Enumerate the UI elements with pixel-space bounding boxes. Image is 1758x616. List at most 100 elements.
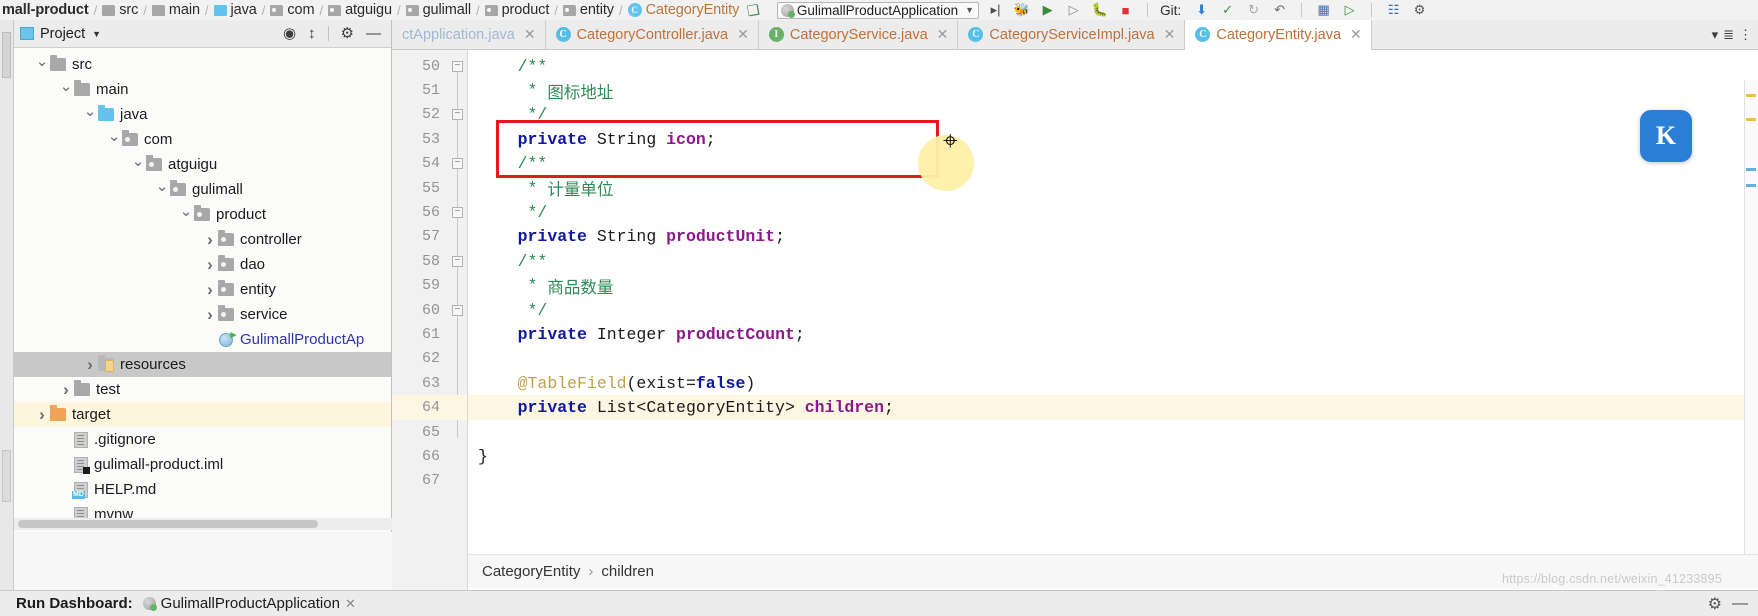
history-icon[interactable]: ↻: [1244, 1, 1263, 19]
breadcrumb-item[interactable]: main: [151, 0, 200, 20]
gutter-line-59[interactable]: 59: [392, 274, 467, 298]
breadcrumb-item[interactable]: gulimall: [405, 0, 471, 20]
hammer-icon[interactable]: ❏: [746, 1, 761, 20]
tree-node-target[interactable]: target: [14, 402, 391, 427]
chevron-right-icon[interactable]: [202, 230, 218, 250]
run-dashboard-item[interactable]: GulimallProductApplication ✕: [142, 595, 356, 612]
run-with-coverage-icon[interactable]: ▶: [1038, 1, 1057, 19]
tree-node-help-md[interactable]: MD HELP.md: [14, 477, 391, 502]
fold-collapse-icon[interactable]: −: [452, 109, 463, 121]
code-line-50[interactable]: /**: [468, 54, 1758, 78]
database-icon[interactable]: ▦: [1314, 1, 1333, 19]
code-line-52[interactable]: */: [468, 103, 1758, 127]
rollback-icon[interactable]: ↶: [1270, 1, 1289, 19]
stripe-button-project[interactable]: [2, 32, 11, 78]
gutter-line-56[interactable]: 56−: [392, 200, 467, 224]
breadcrumb-item[interactable]: C CategoryEntity: [627, 0, 739, 20]
tree-node-dao[interactable]: dao: [14, 252, 391, 277]
code-line-66[interactable]: }: [468, 444, 1758, 468]
stop-icon[interactable]: ■: [1116, 1, 1135, 19]
breadcrumb-class[interactable]: CategoryEntity: [482, 563, 580, 580]
tree-node-src[interactable]: src: [14, 52, 391, 77]
tree-node--gitignore[interactable]: .gitignore: [14, 427, 391, 452]
code-text-area[interactable]: /** * 图标地址 */ private String icon; /** *…: [468, 50, 1758, 616]
tree-node-main[interactable]: main: [14, 77, 391, 102]
editor-tab-ctapplication-java[interactable]: ctApplication.java ✕: [392, 20, 546, 49]
fold-collapse-icon[interactable]: −: [452, 207, 463, 219]
settings-icon[interactable]: ⚙: [1410, 1, 1429, 19]
chevron-right-icon[interactable]: [202, 255, 218, 275]
code-line-58[interactable]: /**: [468, 249, 1758, 273]
tree-node-service[interactable]: service: [14, 302, 391, 327]
fold-collapse-icon[interactable]: −: [452, 158, 463, 170]
code-line-59[interactable]: * 商品数量: [468, 274, 1758, 298]
chevron-right-icon[interactable]: [58, 380, 74, 400]
stripe-button-structure[interactable]: [2, 450, 11, 502]
fold-collapse-icon[interactable]: −: [452, 304, 463, 316]
close-icon[interactable]: ✕: [1350, 26, 1362, 43]
tree-node-test[interactable]: test: [14, 377, 391, 402]
gutter-line-57[interactable]: 57: [392, 225, 467, 249]
tree-node-product[interactable]: product: [14, 202, 391, 227]
editor-tab-categoryentity-java[interactable]: C CategoryEntity.java ✕: [1185, 20, 1372, 50]
gutter-line-54[interactable]: 54−: [392, 152, 467, 176]
chevron-down-icon[interactable]: [130, 156, 146, 174]
code-line-60[interactable]: */: [468, 298, 1758, 322]
tree-node-entity[interactable]: entity: [14, 277, 391, 302]
code-line-67[interactable]: [468, 469, 1758, 493]
update-project-icon[interactable]: ⬇: [1192, 1, 1211, 19]
gutter-line-61[interactable]: 61: [392, 322, 467, 346]
gutter-line-58[interactable]: 58−: [392, 249, 467, 273]
commit-icon[interactable]: ✓: [1218, 1, 1237, 19]
tree-node-controller[interactable]: controller: [14, 227, 391, 252]
code-line-64[interactable]: private List<CategoryEntity> children;: [468, 395, 1758, 420]
chevron-down-icon[interactable]: ▾: [1712, 27, 1719, 43]
profiler-icon[interactable]: ▷: [1064, 1, 1083, 19]
code-line-63[interactable]: @TableField (exist= false): [468, 371, 1758, 395]
code-line-51[interactable]: * 图标地址: [468, 78, 1758, 103]
breadcrumb-item[interactable]: com: [270, 0, 315, 20]
breadcrumb-item[interactable]: entity: [562, 0, 614, 20]
gutter-line-65[interactable]: 65: [392, 420, 467, 444]
code-line-56[interactable]: */: [468, 200, 1758, 224]
close-icon[interactable]: ✕: [737, 26, 749, 43]
close-icon[interactable]: ✕: [1164, 26, 1176, 43]
gutter-line-64[interactable]: 64: [392, 395, 467, 420]
gutter-line-50[interactable]: 50−: [392, 54, 467, 78]
code-line-53[interactable]: private String icon;: [468, 127, 1758, 151]
editor-line-gutter[interactable]: 50−51 52−53 54−55 56−57 58−59 60−61 62 63 64 65 66…: [392, 50, 468, 616]
gutter-line-55[interactable]: 55: [392, 176, 467, 200]
maximize-icon[interactable]: ▷: [1340, 1, 1359, 19]
close-icon[interactable]: ✕: [345, 596, 356, 612]
breadcrumb-item[interactable]: atguigu: [328, 0, 392, 20]
settings-icon[interactable]: ⚙: [1708, 594, 1722, 614]
tree-node-gulimall[interactable]: gulimall: [14, 177, 391, 202]
gutter-line-62[interactable]: 62: [392, 347, 467, 371]
breadcrumb-item[interactable]: src: [102, 0, 138, 20]
run-configuration-selector[interactable]: GulimallProductApplication ▼: [776, 1, 980, 19]
project-tree[interactable]: srcmain java com atguigu gulimall product cont…: [14, 48, 391, 532]
code-line-61[interactable]: private Integer productCount;: [468, 322, 1758, 346]
attach-debugger-icon[interactable]: 🐛: [1090, 1, 1109, 19]
run-dashboard-label[interactable]: Run Dashboard:: [16, 595, 133, 612]
run-icon[interactable]: ▸|: [986, 1, 1005, 19]
chevron-right-icon[interactable]: [202, 280, 218, 300]
gutter-line-52[interactable]: 52−: [392, 103, 467, 127]
editor-marker-stripe[interactable]: [1744, 80, 1758, 570]
chevron-right-icon[interactable]: [34, 405, 50, 425]
assistant-badge-icon[interactable]: K: [1640, 110, 1692, 162]
collapse-all-icon[interactable]: ↕: [308, 26, 316, 41]
chevron-down-icon[interactable]: [58, 81, 74, 99]
tree-node-com[interactable]: com: [14, 127, 391, 152]
breadcrumb-item[interactable]: java: [213, 0, 257, 20]
search-everywhere-icon[interactable]: ☷: [1384, 1, 1403, 19]
gutter-line-51[interactable]: 51: [392, 78, 467, 102]
settings-gear-icon[interactable]: ⚙: [341, 26, 354, 41]
chevron-down-icon[interactable]: ▼: [92, 29, 101, 39]
editor-tab-categoryserviceimpl-java[interactable]: C CategoryServiceImpl.java ✕: [958, 20, 1186, 49]
gutter-line-60[interactable]: 60−: [392, 298, 467, 322]
locate-icon[interactable]: ◉: [283, 26, 296, 41]
chevron-down-icon[interactable]: [154, 181, 170, 199]
tree-node-java[interactable]: java: [14, 102, 391, 127]
more-icon[interactable]: ⋮: [1739, 27, 1752, 43]
